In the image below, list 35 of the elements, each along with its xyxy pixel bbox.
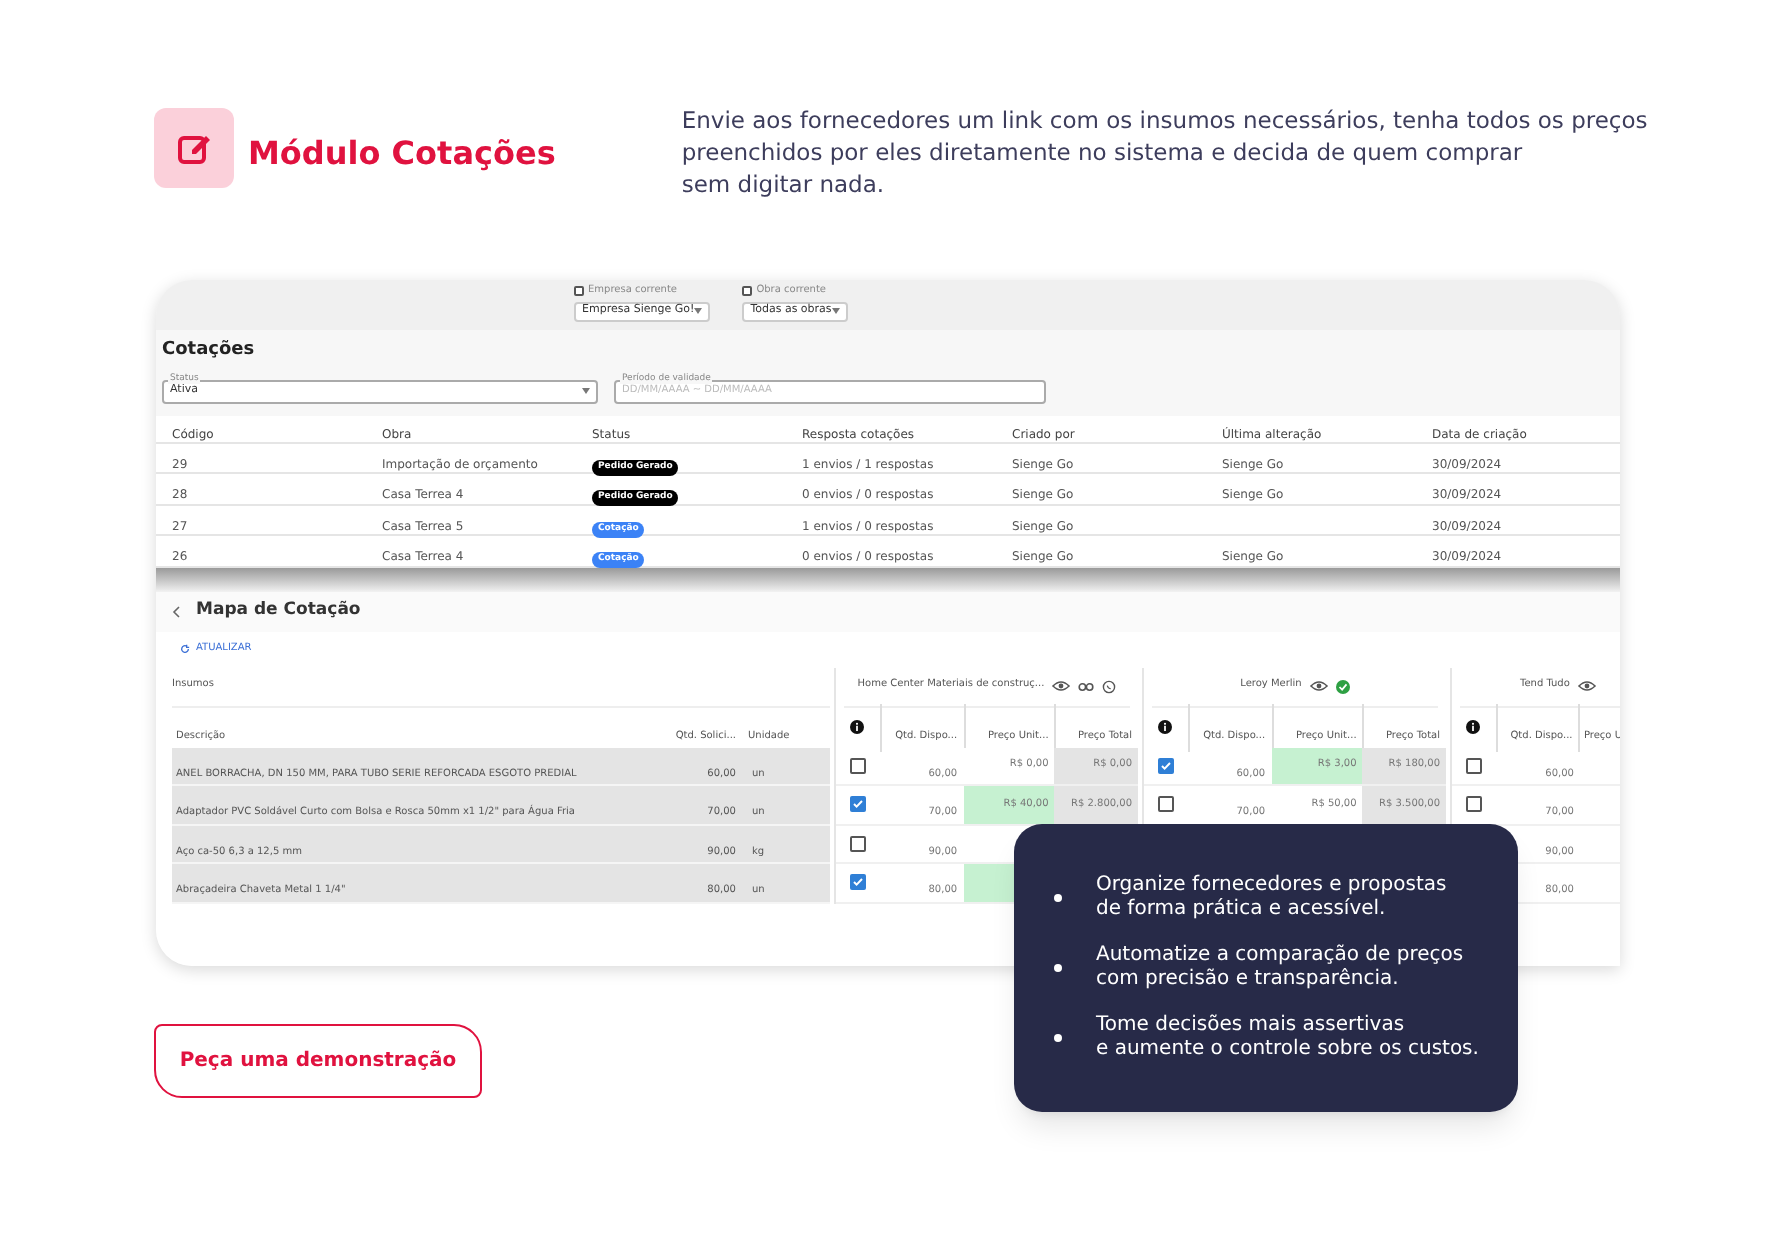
- checkbox[interactable]: [849, 757, 866, 774]
- checkbox[interactable]: [1466, 796, 1482, 813]
- checkbox[interactable]: [849, 835, 866, 852]
- checkbox[interactable]: [849, 796, 866, 813]
- chat-icon[interactable]: [1102, 679, 1117, 693]
- caret-icon: [694, 308, 703, 314]
- highlight-text: Organize fornecedores e propostas de forma prática e acessível.: [1096, 874, 1447, 922]
- module-title: Módulo Cotações: [248, 132, 556, 176]
- link-icon[interactable]: [1078, 681, 1095, 691]
- info-icon[interactable]: [1158, 720, 1173, 734]
- back-icon[interactable]: [172, 605, 180, 617]
- checkbox[interactable]: [1466, 757, 1482, 774]
- caret-icon: [831, 308, 840, 314]
- bullet-icon: [1054, 964, 1062, 972]
- checkbox[interactable]: [1157, 757, 1174, 774]
- highlight-text: Tome decisões mais assertivas e aumente o controle sobre os custos.: [1096, 1014, 1479, 1062]
- info-icon[interactable]: [1466, 720, 1481, 734]
- demo-button[interactable]: Peça uma demonstração: [154, 1024, 482, 1098]
- bullet-icon: [1054, 1034, 1062, 1042]
- caret-icon: [582, 388, 590, 394]
- module-description: Envie aos fornecedores um link com os insumos necessários, tenha todos os preços preenchidos por eles diretamente no sistema e decida de quem comprar sem digitar nada.: [681, 104, 1648, 200]
- bullet-icon: [1054, 894, 1062, 902]
- eye-icon[interactable]: [1309, 680, 1328, 692]
- highlight-text: Automatize a comparação de preços com precisão e transparência.: [1096, 944, 1464, 992]
- checkbox[interactable]: [742, 286, 753, 297]
- eye-icon[interactable]: [1052, 680, 1071, 692]
- info-icon[interactable]: [850, 720, 865, 734]
- checkbox[interactable]: [849, 874, 866, 891]
- edit-icon: [154, 108, 234, 188]
- checkbox[interactable]: [1157, 796, 1174, 813]
- eye-icon[interactable]: [1577, 680, 1596, 692]
- checkbox[interactable]: [574, 286, 584, 297]
- refresh-icon: [180, 644, 190, 654]
- map-title: Mapa de Cotação: [196, 598, 361, 624]
- page-title: Cotações: [162, 338, 257, 364]
